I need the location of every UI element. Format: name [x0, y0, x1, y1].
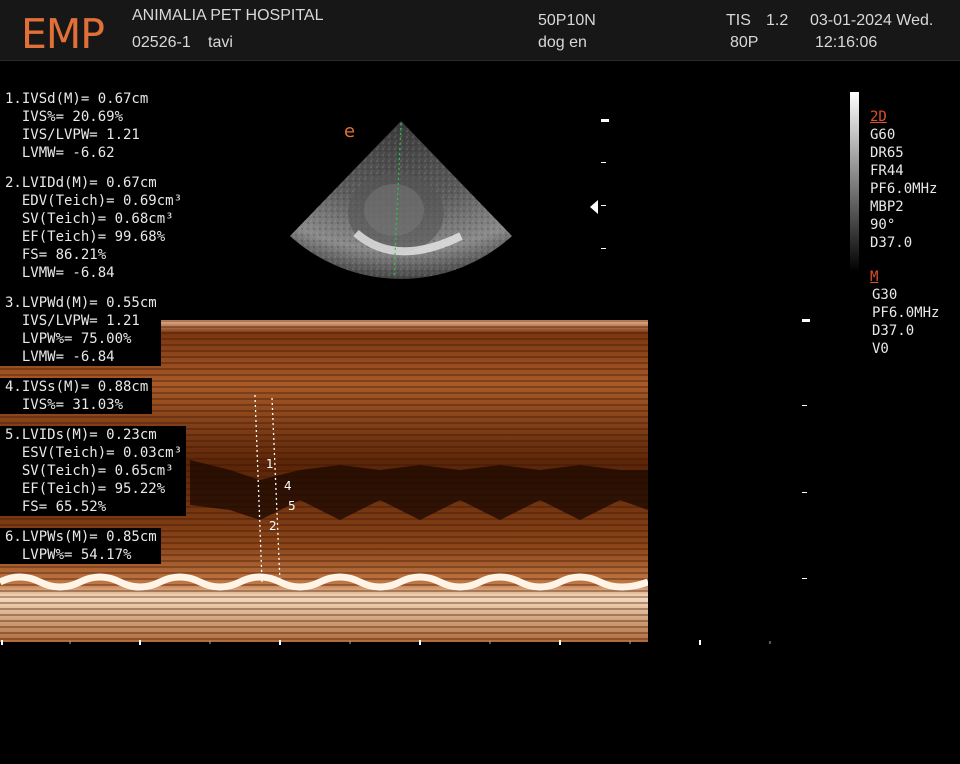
measurement-line: 1.IVSd(M)= 0.67cm: [5, 91, 149, 107]
caliper-label: 1: [266, 457, 274, 471]
mode-title-2d: 2D: [870, 109, 887, 125]
param-item: G30: [872, 287, 898, 303]
measurement-line: LVPW%= 54.17%: [5, 547, 132, 563]
param-item: 90°: [870, 217, 896, 233]
depth-marker: [802, 405, 807, 406]
measurement-group-lvids: 5.LVIDs(M)= 0.23cm ESV(Teich)= 0.03cm³ S…: [0, 426, 187, 516]
measurement-line: LVMW= -6.62: [5, 145, 115, 161]
caliper-label: 4: [284, 479, 292, 493]
measurement-line: EF(Teich)= 95.22%: [5, 481, 166, 497]
focus-marker-icon: [590, 200, 598, 214]
tis-value: 1.2: [766, 12, 789, 29]
grayscale-bar: [850, 92, 859, 272]
measurement-line: 6.LVPWs(M)= 0.85cm: [5, 529, 157, 545]
param-item: PF6.0MHz: [870, 181, 938, 197]
measurement-line: IVS/LVPW= 1.21: [5, 313, 140, 329]
depth-marker: [802, 492, 807, 493]
measurement-line: SV(Teich)= 0.68cm³: [5, 211, 174, 227]
measurement-group-ivss: 4.IVSs(M)= 0.88cm IVS%= 31.03%: [0, 378, 153, 414]
bmode-sector-image: e: [290, 121, 512, 279]
imaging-parameters: 2D G60 DR65 FR44 PF6.0MHz MBP2 90° D37.0…: [870, 108, 939, 358]
param-item: V0: [872, 341, 889, 357]
param-item: PF6.0MHz: [872, 305, 940, 321]
measurement-line: FS= 65.52%: [5, 499, 107, 515]
measurement-line: LVPW%= 75.00%: [5, 331, 132, 347]
depth-marker: [601, 162, 606, 163]
exam-time: 12:16:06: [815, 34, 878, 51]
param-item: FR44: [870, 163, 904, 179]
measurement-line: LVMW= -6.84: [5, 265, 115, 281]
measurement-line: IVS%= 31.03%: [5, 397, 124, 413]
measurement-line: 5.LVIDs(M)= 0.23cm: [5, 427, 157, 443]
mode-title-m: M: [870, 269, 879, 285]
measurement-group-lvpws: 6.LVPWs(M)= 0.85cm LVPW%= 54.17%: [0, 528, 161, 564]
tis-label: TIS: [726, 12, 751, 29]
exam-date: 03-01-2024 Wed.: [810, 12, 934, 29]
measurement-group-lvpwd: 3.LVPWd(M)= 0.55cm IVS/LVPW= 1.21 LVPW%=…: [0, 294, 161, 366]
param-item: G60: [870, 127, 896, 143]
measurement-line: 3.LVPWd(M)= 0.55cm: [5, 295, 157, 311]
depth-marker: [601, 248, 606, 249]
measurement-line: LVMW= -6.84: [5, 349, 115, 365]
orientation-marker: e: [344, 121, 355, 142]
depth-marker: [601, 205, 606, 206]
measurement-line: FS= 86.21%: [5, 247, 107, 263]
measurement-line: IVS%= 20.69%: [5, 109, 124, 125]
measurement-line: EDV(Teich)= 0.69cm³: [5, 193, 183, 209]
param-item: MBP2: [870, 199, 904, 215]
measurement-group-ivsd: 1.IVSd(M)= 0.67cm IVS%= 20.69% IVS/LVPW=…: [0, 90, 153, 162]
measurement-line: IVS/LVPW= 1.21: [5, 127, 140, 143]
caliper-label: 5: [288, 499, 296, 513]
measurement-line: ESV(Teich)= 0.03cm³: [5, 445, 183, 461]
time-axis-ticks: [1, 640, 771, 645]
probe-name: 50P10N: [538, 12, 596, 29]
depth-marker: [802, 578, 807, 579]
measurement-line: 4.IVSs(M)= 0.88cm: [5, 379, 149, 395]
param-item: D37.0: [870, 235, 913, 251]
measurement-line: 2.LVIDd(M)= 0.67cm: [5, 175, 157, 191]
measurement-line: EF(Teich)= 99.68%: [5, 229, 166, 245]
power-level: 80P: [730, 34, 759, 51]
caliper-label: 2: [269, 519, 277, 533]
depth-marker: [601, 119, 609, 122]
depth-marker: [802, 319, 810, 322]
param-item: D37.0: [872, 323, 915, 339]
exam-preset: dog en: [538, 34, 587, 51]
header-bar: EMP ANIMALIA PET HOSPITAL 02526-1 tavi 5…: [0, 0, 960, 61]
patient-name: tavi: [208, 34, 233, 51]
param-item: DR65: [870, 145, 904, 161]
measurement-group-lvidd: 2.LVIDd(M)= 0.67cm EDV(Teich)= 0.69cm³ S…: [0, 174, 187, 282]
brand-logo: EMP: [21, 10, 105, 58]
measurement-results: 1.IVSd(M)= 0.67cm IVS%= 20.69% IVS/LVPW=…: [0, 90, 200, 576]
hospital-name: ANIMALIA PET HOSPITAL: [132, 7, 324, 24]
patient-id: 02526-1: [132, 34, 191, 51]
measurement-line: SV(Teich)= 0.65cm³: [5, 463, 174, 479]
